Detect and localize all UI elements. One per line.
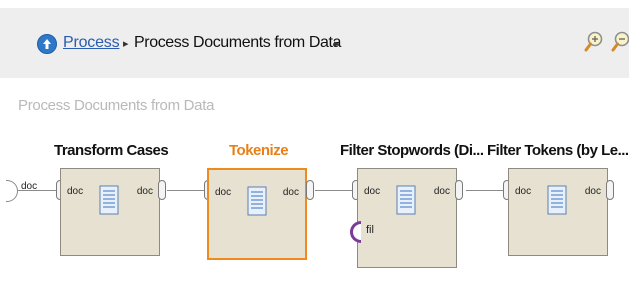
document-icon <box>396 185 416 220</box>
operator-output-port[interactable]: doc <box>137 186 153 197</box>
breadcrumb-link-process[interactable]: Process <box>63 34 120 52</box>
document-icon <box>247 186 267 221</box>
operator-title: Filter Stopwords (Di... <box>340 142 484 159</box>
operator-input-port[interactable]: doc <box>515 186 531 197</box>
operator-output-handle[interactable] <box>158 180 166 200</box>
top-strip <box>0 0 629 7</box>
document-icon <box>547 185 567 220</box>
operator-title: Transform Cases <box>54 142 169 159</box>
connection-wire <box>167 190 205 191</box>
connection-wire <box>18 190 56 191</box>
operator-tokenize[interactable]: doc doc <box>207 168 307 260</box>
operator-output-handle[interactable] <box>606 180 614 200</box>
connection-wire <box>315 190 353 191</box>
breadcrumb-separator: ▸ <box>123 38 129 50</box>
operator-output-port[interactable]: doc <box>585 186 601 197</box>
operator-filter-stopwords[interactable]: doc doc <box>357 168 457 268</box>
process-input-port[interactable] <box>6 180 18 202</box>
breadcrumb-current: Process Documents from Data <box>134 34 342 51</box>
operator-input-port[interactable]: doc <box>364 186 380 197</box>
operator-title: Filter Tokens (by Le... <box>487 142 629 159</box>
zoom-out-icon[interactable] <box>610 30 629 59</box>
connection-wire <box>466 190 504 191</box>
operator-output-handle[interactable] <box>455 180 463 200</box>
operator-file-input-label: fil <box>366 224 374 236</box>
operator-input-port[interactable]: doc <box>67 186 83 197</box>
zoom-in-icon[interactable] <box>583 30 605 59</box>
navigate-up-icon[interactable] <box>37 34 57 54</box>
operator-output-port[interactable]: doc <box>283 187 299 198</box>
operator-filter-tokens[interactable]: doc doc <box>508 168 608 256</box>
operator-output-port[interactable]: doc <box>434 186 450 197</box>
operator-file-input-port[interactable] <box>350 221 361 243</box>
operator-output-handle[interactable] <box>306 180 314 200</box>
process-panel-title: Process Documents from Data <box>18 97 215 114</box>
operator-transform-cases[interactable]: doc doc <box>60 168 160 256</box>
operator-input-port[interactable]: doc <box>215 187 231 198</box>
operator-title: Tokenize <box>229 142 289 159</box>
document-icon <box>99 185 119 220</box>
breadcrumb-separator: ▸ <box>334 38 340 50</box>
